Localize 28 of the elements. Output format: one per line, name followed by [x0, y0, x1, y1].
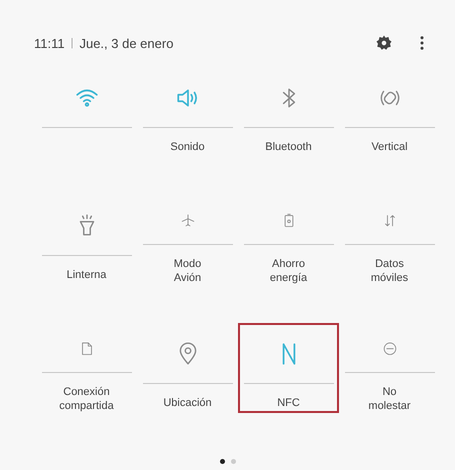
quick-tile[interactable]: Bluetooth: [238, 67, 339, 157]
highlighted-tile[interactable]: NFC: [238, 323, 339, 413]
tile-label: Ahorro energía: [270, 257, 308, 285]
tile-label: Vertical: [371, 140, 408, 154]
page-dot[interactable]: [220, 459, 224, 464]
quick-tile[interactable]: Vertical: [339, 67, 440, 157]
tile-label: Conexión compartida: [59, 385, 114, 413]
separator: |: [70, 37, 74, 49]
tile-label: Modo Avión: [174, 257, 202, 285]
date-text: Jue., 3 de enero: [79, 36, 174, 50]
page-dot[interactable]: [230, 459, 236, 464]
settings-icon[interactable]: [375, 34, 393, 52]
tile-label: Datos móviles: [370, 257, 408, 285]
quick-tile[interactable]: Ahorro energía: [238, 195, 339, 285]
quick-tile[interactable]: Ubicación: [137, 323, 238, 413]
clock-time: 11:11: [34, 36, 65, 50]
tile-label: Linterna: [66, 268, 106, 282]
quick-tile[interactable]: No molestar: [339, 323, 440, 413]
tile-label: NFC: [277, 396, 300, 410]
quick-tile[interactable]: Modo Avión: [137, 195, 238, 285]
quick-tile[interactable]: Sonido: [137, 67, 238, 157]
tile-label: Ubicación: [163, 396, 212, 410]
tile-label: No molestar: [368, 385, 411, 413]
tile-label: Sonido: [170, 140, 205, 154]
quick-tile[interactable]: Datos móviles: [339, 195, 440, 285]
tile-label: Bluetooth: [265, 140, 312, 154]
quick-tile[interactable]: Conexión compartida: [36, 323, 137, 413]
quick-tile[interactable]: Linterna: [36, 195, 137, 285]
